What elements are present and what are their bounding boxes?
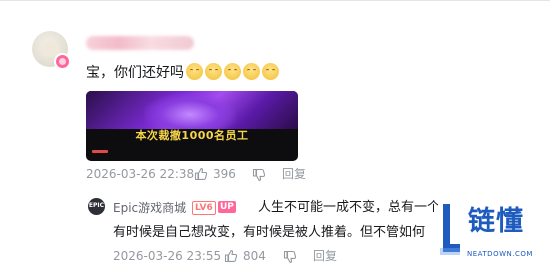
smiling-emoji-icon [262,63,279,80]
video-caption: 本次裁撤1000名员工 [135,129,249,142]
reply-username[interactable]: Epic游戏商城 [113,201,186,215]
commenter-username-blurred[interactable] [86,36,194,50]
comment-timestamp: 2026-03-26 22:38 [86,167,195,181]
comment-reply-button[interactable]: 回复 [282,167,306,181]
reply-like-icon[interactable] [224,249,238,263]
watermark-text-en: NEATDOWN.COM [467,250,533,258]
comment-body: 宝，你们还好吗 [86,65,184,81]
watermark-text-cn: 链懂 [468,206,524,237]
smiling-emoji-icon [224,63,241,80]
reply-timestamp: 2026-03-26 23:55 [113,249,222,263]
video-progress-mark [92,150,108,153]
reply-reply-button[interactable]: 回复 [313,249,337,263]
top-divider [0,0,550,1]
avatar-badge [54,53,71,70]
like-icon[interactable] [194,167,208,181]
watermark: 链懂 NEATDOWN.COM [438,200,550,271]
reply-avatar-text: EPIC [88,202,105,209]
reply-text-line1: 人生不可能一成不变，总有一个 [258,200,441,215]
comment-text: 宝，你们还好吗 [86,63,279,82]
reply-text-line2: 有时候是自己想改变，有时候是被人推着。但不管如何 [113,225,426,240]
up-badge: UP [218,201,236,213]
reply-dislike-icon[interactable] [283,250,297,264]
smiling-emoji-icon [205,63,222,80]
emoji-row [184,63,279,81]
smiling-emoji-icon [243,63,260,80]
watermark-logo-icon [440,204,460,255]
video-thumbnail[interactable]: 本次裁撤1000名员工 [86,91,298,161]
reply-like-count: 804 [243,249,266,263]
comment-like-count: 396 [213,167,236,181]
video-figure [144,93,236,129]
smiling-emoji-icon [186,63,203,80]
reply-avatar[interactable]: EPIC [88,198,105,215]
dislike-icon[interactable] [252,168,266,182]
level-badge: LV6 [192,201,216,215]
